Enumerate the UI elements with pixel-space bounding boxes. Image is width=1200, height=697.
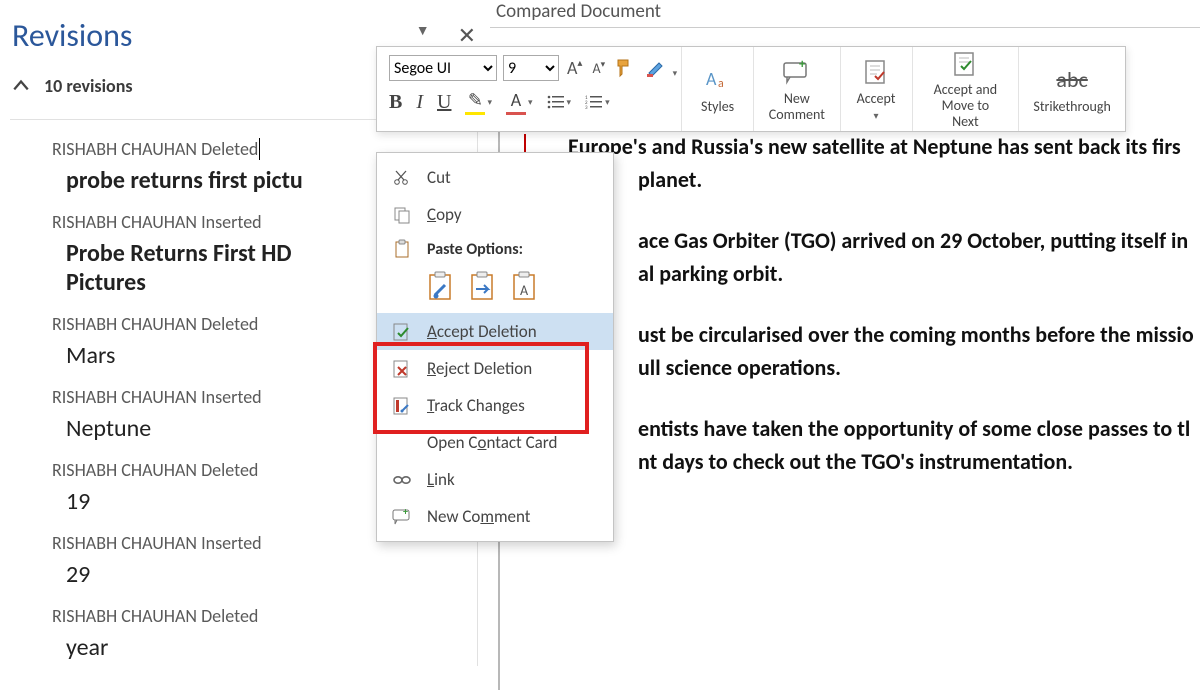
- underline-button[interactable]: U: [437, 91, 451, 114]
- revisions-title: Revisions: [12, 16, 132, 55]
- revision-item[interactable]: RISHABH CHAUHAN Deleted year: [52, 605, 477, 666]
- reject-icon: [391, 359, 413, 379]
- paste-merge-icon[interactable]: [469, 271, 497, 303]
- scissors-icon: [391, 169, 413, 187]
- styles-brush-icon[interactable]: ▾: [643, 57, 669, 79]
- accept-icon: [391, 322, 413, 342]
- ctx-track-changes[interactable]: Track Changes: [377, 387, 613, 424]
- ctx-new-comment[interactable]: + New Comment: [377, 498, 613, 535]
- bold-button[interactable]: B: [389, 91, 402, 114]
- ctx-cut[interactable]: Cut: [377, 159, 613, 196]
- svg-text:+: +: [799, 59, 806, 72]
- grow-font-icon[interactable]: A▴: [565, 57, 584, 79]
- shrink-font-icon[interactable]: A▾: [590, 60, 607, 77]
- new-comment-button[interactable]: + New Comment: [754, 47, 840, 131]
- ctx-paste-options-header: Paste Options:: [377, 233, 613, 265]
- styles-button[interactable]: Aa Styles: [682, 47, 754, 131]
- paste-text-only-icon[interactable]: A: [511, 271, 539, 303]
- svg-text:A: A: [706, 68, 717, 90]
- link-icon: [391, 471, 413, 489]
- accept-and-move-next-button[interactable]: Accept and Move to Next: [913, 47, 1020, 131]
- highlight-color-button[interactable]: ✎▾: [465, 89, 492, 115]
- bullets-button[interactable]: ▾: [547, 94, 572, 110]
- ctx-copy[interactable]: Copy: [377, 196, 613, 233]
- chevron-up-icon: [12, 77, 30, 95]
- pane-close-icon[interactable]: ✕: [458, 22, 476, 49]
- track-changes-icon: [391, 396, 413, 416]
- svg-text:+: +: [403, 508, 408, 518]
- ctx-reject-deletion[interactable]: Reject Deletion: [377, 350, 613, 387]
- font-name-select[interactable]: Segoe UI: [389, 55, 497, 81]
- pane-options-dropdown[interactable]: ▼: [416, 22, 430, 49]
- mini-toolbar: Segoe UI 9 A▴ A▾ ▾ B I U ✎▾ A▾ ▾ 123▾: [376, 46, 1126, 132]
- copy-icon: [391, 206, 413, 224]
- ctx-accept-deletion[interactable]: Accept Deletion: [377, 313, 613, 350]
- ctx-open-contact-card[interactable]: Open Contact Card: [377, 424, 613, 461]
- italic-button[interactable]: I: [416, 91, 423, 114]
- font-color-button[interactable]: A▾: [506, 89, 533, 115]
- comment-icon: +: [391, 508, 413, 526]
- context-menu: Cut Copy Paste Options: A Accept Deletio…: [376, 152, 614, 542]
- paste-keep-source-icon[interactable]: [427, 271, 455, 303]
- accept-button[interactable]: Accept▾: [841, 47, 913, 131]
- ctx-link[interactable]: Link: [377, 461, 613, 498]
- strikethrough-button[interactable]: abc Strikethrough: [1019, 47, 1125, 131]
- svg-text:a: a: [718, 77, 724, 91]
- clipboard-icon: [391, 239, 413, 259]
- compared-doc-title: Compared Document: [490, 0, 1200, 28]
- revisions-count-label: 10 revisions: [44, 75, 133, 97]
- svg-text:3: 3: [585, 105, 588, 110]
- format-painter-icon[interactable]: [613, 58, 637, 78]
- numbering-button[interactable]: 123▾: [585, 94, 610, 110]
- font-size-select[interactable]: 9: [503, 55, 559, 81]
- svg-text:A: A: [520, 282, 529, 299]
